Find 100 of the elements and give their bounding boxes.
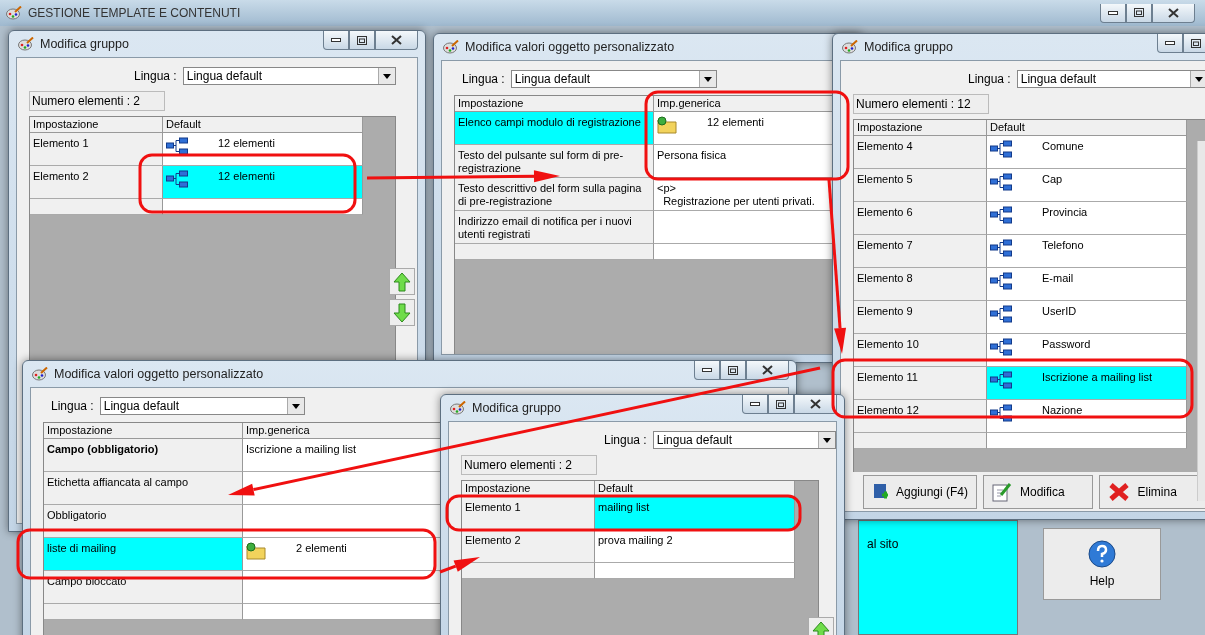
palette-icon xyxy=(18,37,34,51)
column-header: Impostazione xyxy=(455,96,654,112)
language-dropdown[interactable]: Lingua default xyxy=(182,67,396,85)
up-button[interactable] xyxy=(389,268,415,295)
table-cell[interactable] xyxy=(455,244,654,260)
maximize-icon xyxy=(776,399,786,409)
table-cell[interactable]: Elemento 7 xyxy=(854,235,987,268)
table-cell[interactable]: Elenco campi modulo di registrazione xyxy=(455,112,654,145)
language-label: Lingua : xyxy=(968,72,1011,86)
table-cell[interactable]: Iscrizione a mailing list xyxy=(987,367,1187,400)
minimize-button[interactable] xyxy=(742,395,768,414)
column-header: Impostazione xyxy=(854,120,987,136)
table-cell[interactable]: Testo del pulsante sul form di pre-registrazione xyxy=(455,145,654,178)
maximize-button[interactable] xyxy=(768,395,794,414)
window-title: Modifica valori oggetto personalizzato xyxy=(54,367,264,381)
minimize-icon xyxy=(750,402,760,406)
table-cell[interactable]: prova mailing 2 xyxy=(595,530,795,563)
tree-icon xyxy=(166,137,188,155)
element-count: Numero elementi : 2 xyxy=(29,91,165,111)
tree-icon xyxy=(990,140,1012,158)
table-cell[interactable]: Comune xyxy=(987,136,1187,169)
table-cell[interactable]: Iscrizione a mailing list xyxy=(243,439,442,472)
dropdown-arrow-icon xyxy=(703,76,712,82)
palette-icon xyxy=(32,367,48,381)
close-icon xyxy=(762,365,773,375)
table-cell[interactable]: Cap xyxy=(987,169,1187,202)
maximize-button[interactable] xyxy=(1126,3,1152,23)
table-cell[interactable]: Etichetta affiancata al campo xyxy=(44,472,243,505)
table-cell[interactable]: Testo descrittivo del form sulla pagina di pre-registrazione xyxy=(455,178,654,211)
close-button[interactable] xyxy=(746,361,789,380)
add-icon xyxy=(872,483,888,501)
table-cell[interactable]: E-mail xyxy=(987,268,1187,301)
help-button[interactable]: Help xyxy=(1043,528,1161,600)
table-cell[interactable]: Elemento 9 xyxy=(854,301,987,334)
tree-icon xyxy=(990,239,1012,257)
table-cell[interactable]: 2 elementi xyxy=(243,538,442,571)
close-button[interactable] xyxy=(1152,3,1195,23)
minimize-button[interactable] xyxy=(1100,3,1126,23)
table-cell[interactable]: Elemento 2 xyxy=(30,166,163,199)
column-header: Imp.generica xyxy=(243,423,442,439)
add-button[interactable]: Aggiungi (F4) xyxy=(863,475,977,509)
dropdown-arrow-icon xyxy=(291,403,300,409)
element-count: Numero elementi : 2 xyxy=(461,455,597,475)
table-cell[interactable] xyxy=(987,433,1187,449)
scrollbar[interactable] xyxy=(1197,141,1205,501)
tree-icon xyxy=(990,305,1012,323)
table-cell[interactable] xyxy=(243,604,442,620)
table-cell[interactable] xyxy=(30,199,163,215)
table-cell[interactable]: Elemento 4 xyxy=(854,136,987,169)
table-cell[interactable]: Elemento 8 xyxy=(854,268,987,301)
language-dropdown[interactable]: Lingua default xyxy=(652,431,836,449)
table-cell[interactable]: Elemento 10 xyxy=(854,334,987,367)
table-cell[interactable]: Elemento 1 xyxy=(30,133,163,166)
language-dropdown[interactable]: Lingua default xyxy=(1016,70,1205,88)
palette-icon xyxy=(6,6,22,20)
up-arrow-icon xyxy=(393,271,411,292)
annotation-arrow xyxy=(439,557,480,574)
delete-button[interactable]: Elimina xyxy=(1098,475,1205,509)
table-cell[interactable]: UserID xyxy=(987,301,1187,334)
column-header: Default xyxy=(987,120,1187,136)
table-cell[interactable]: Campo (obbligatorio) xyxy=(44,439,243,472)
maximize-button[interactable] xyxy=(1183,34,1205,53)
table-cell[interactable]: Provincia xyxy=(987,202,1187,235)
dropdown-arrow-icon xyxy=(1195,76,1203,82)
table-cell[interactable]: liste di mailing xyxy=(44,538,243,571)
down-button[interactable] xyxy=(389,299,415,326)
table-cell[interactable]: 12 elementi xyxy=(163,133,363,166)
folder-icon xyxy=(657,116,677,134)
column-header: Default xyxy=(163,117,363,133)
close-button[interactable] xyxy=(375,31,418,50)
close-icon xyxy=(810,399,821,409)
table-cell[interactable]: Elemento 2 xyxy=(462,530,595,563)
palette-icon xyxy=(443,40,459,54)
table-cell[interactable]: Password xyxy=(987,334,1187,367)
language-dropdown[interactable]: Lingua default xyxy=(510,70,717,88)
table-cell[interactable]: 12 elementi xyxy=(163,166,363,199)
close-button[interactable] xyxy=(794,395,837,414)
table-cell[interactable]: Indirizzo email di notifica per i nuovi utenti registrati xyxy=(455,211,654,244)
language-label: Lingua : xyxy=(462,72,505,86)
maximize-button[interactable] xyxy=(349,31,375,50)
language-dropdown[interactable]: Lingua default xyxy=(99,397,305,415)
table-cell[interactable]: Elemento 5 xyxy=(854,169,987,202)
minimize-button[interactable] xyxy=(323,31,349,50)
table-cell[interactable]: Elemento 6 xyxy=(854,202,987,235)
panel-text: al sito xyxy=(867,537,899,551)
minimize-button[interactable] xyxy=(694,361,720,380)
edit-button[interactable]: Modifica xyxy=(983,475,1093,509)
table-cell[interactable] xyxy=(854,433,987,449)
table-cell[interactable]: Telefono xyxy=(987,235,1187,268)
tree-icon xyxy=(990,371,1012,389)
table-cell[interactable] xyxy=(44,604,243,620)
table-cell[interactable] xyxy=(462,563,595,579)
table-cell[interactable] xyxy=(595,563,795,579)
minimize-button[interactable] xyxy=(1157,34,1183,53)
close-icon xyxy=(391,35,402,45)
table-cell[interactable] xyxy=(243,472,442,505)
table-cell[interactable]: Elemento 11 xyxy=(854,367,987,400)
folder-icon xyxy=(246,542,266,560)
tree-icon xyxy=(990,338,1012,356)
maximize-button[interactable] xyxy=(720,361,746,380)
